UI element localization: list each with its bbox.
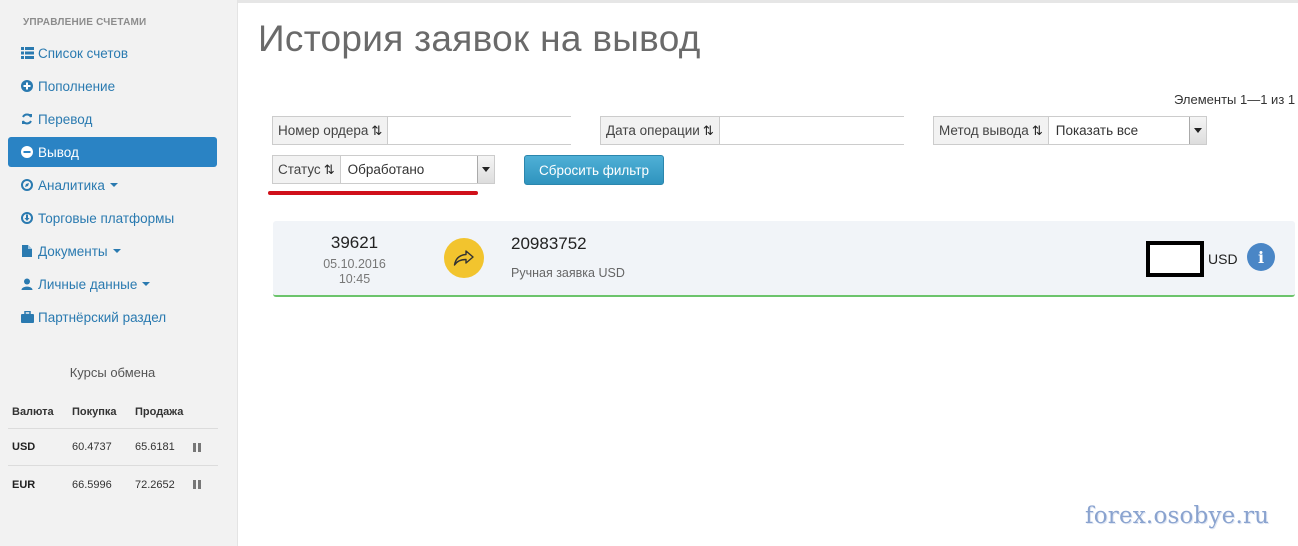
chart-bars-icon[interactable] xyxy=(193,480,213,489)
rate-sell: 72.2652 xyxy=(135,478,175,491)
info-icon[interactable]: i xyxy=(1247,243,1275,271)
sidebar: УПРАВЛЕНИЕ СЧЕТАМИ Список счетов Пополне… xyxy=(0,0,238,546)
sidebar-item-transfer[interactable]: Перевод xyxy=(8,104,217,134)
chevron-down-icon xyxy=(112,249,121,253)
sidebar-item-deposit[interactable]: Пополнение xyxy=(8,71,217,101)
order-description: Ручная заявка USD xyxy=(511,266,625,280)
order-number: 39621 xyxy=(330,233,379,252)
sidebar-item-label: Партнёрский раздел xyxy=(38,309,167,325)
sidebar-item-analytics[interactable]: Аналитика xyxy=(8,170,217,200)
order-currency: USD xyxy=(1208,251,1238,267)
rate-currency: EUR xyxy=(12,478,36,491)
filter-label-text: Дата операции xyxy=(606,123,700,138)
sidebar-item-label: Торговые платформы xyxy=(38,210,175,226)
sidebar-item-label: Личные данные xyxy=(38,276,138,292)
compass-icon xyxy=(20,178,34,192)
rate-buy: 60.4737 xyxy=(72,441,112,453)
annotation-underline xyxy=(268,191,478,195)
order-card[interactable]: 39621 05.10.2016 10:45 20983752 Ручная з… xyxy=(273,221,1295,297)
filter-label-text: Статус xyxy=(278,162,321,177)
chart-bars-icon[interactable] xyxy=(193,442,213,452)
operation-date-input[interactable] xyxy=(719,117,909,144)
withdraw-method-select[interactable]: Показать все xyxy=(1049,117,1189,144)
download-circle-icon xyxy=(20,211,34,225)
top-divider xyxy=(238,0,1298,3)
watermark: forex.osobye.ru xyxy=(1085,503,1270,529)
sidebar-item-documents[interactable]: Документы xyxy=(8,236,217,266)
table-row: USD 60.4737 65.6181 xyxy=(8,429,218,466)
rate-buy: 66.5996 xyxy=(72,478,112,491)
column-header-currency: Валюта xyxy=(12,405,54,418)
briefcase-icon xyxy=(20,310,34,324)
order-date: 05.10.2016 xyxy=(323,257,386,271)
chevron-down-icon xyxy=(142,282,151,286)
rate-currency: USD xyxy=(12,441,36,453)
filter-label-order-number[interactable]: Номер ордера ⇅ xyxy=(273,117,389,144)
filter-label-text: Метод вывода xyxy=(939,123,1029,138)
list-icon xyxy=(20,46,34,60)
sidebar-item-label: Вывод xyxy=(38,144,79,160)
sidebar-item-personal-data[interactable]: Личные данные xyxy=(8,269,217,299)
filter-order-number: Номер ордера ⇅ xyxy=(272,116,578,145)
order-id: 20983752 xyxy=(511,234,587,253)
sidebar-item-withdraw[interactable]: Вывод xyxy=(8,137,217,167)
chevron-down-icon xyxy=(109,183,118,187)
status-select[interactable]: Обработано xyxy=(341,156,477,183)
column-header-sell: Продажа xyxy=(135,405,184,418)
sidebar-item-partner[interactable]: Партнёрский раздел xyxy=(8,302,217,332)
dropdown-arrow-icon[interactable] xyxy=(477,156,494,183)
sidebar-section-title: УПРАВЛЕНИЕ СЧЕТАМИ xyxy=(23,17,147,28)
table-header-row: Валюта Покупка Продажа xyxy=(8,395,218,429)
page-title: История заявок на вывод xyxy=(258,18,701,59)
sidebar-menu: Список счетов Пополнение Перевод Вывод А… xyxy=(8,38,217,335)
plus-circle-icon xyxy=(20,79,34,93)
filter-label-operation-date[interactable]: Дата операции ⇅ xyxy=(601,117,720,144)
file-icon xyxy=(20,244,34,258)
filter-label-text: Номер ордера xyxy=(278,123,369,138)
pagination-count: Элементы 1—1 из 1 xyxy=(1174,92,1296,107)
share-arrow-icon xyxy=(444,238,484,278)
filter-label-withdraw-method[interactable]: Метод вывода ⇅ xyxy=(934,117,1049,144)
sidebar-item-accounts-list[interactable]: Список счетов xyxy=(8,38,217,68)
sidebar-item-label: Аналитика xyxy=(38,177,105,193)
sidebar-item-label: Пополнение xyxy=(38,78,116,94)
filter-status: Статус ⇅ Обработано xyxy=(272,155,495,184)
user-icon xyxy=(20,277,34,291)
rate-sell: 65.6181 xyxy=(135,441,175,453)
reset-filter-button[interactable]: Сбросить фильтр xyxy=(524,155,664,185)
filter-label-status[interactable]: Статус ⇅ xyxy=(273,156,341,183)
sidebar-item-label: Документы xyxy=(38,243,108,259)
table-row: EUR 66.5996 72.2652 xyxy=(8,466,218,503)
dropdown-arrow-icon[interactable] xyxy=(1189,117,1206,144)
exchange-rates-title: Курсы обмена xyxy=(69,365,156,380)
sidebar-item-trading-platforms[interactable]: Торговые платформы xyxy=(8,203,217,233)
redacted-amount xyxy=(1146,241,1204,277)
column-header-buy: Покупка xyxy=(72,405,117,418)
sort-icon: ⇅ xyxy=(702,122,714,138)
sort-icon: ⇅ xyxy=(371,122,383,138)
refresh-icon xyxy=(20,112,34,126)
filter-withdraw-method: Метод вывода ⇅ Показать все xyxy=(933,116,1207,145)
exchange-rates-table: Валюта Покупка Продажа USD 60.4737 65.61… xyxy=(8,395,218,503)
sidebar-item-label: Перевод xyxy=(38,111,93,127)
sort-icon: ⇅ xyxy=(323,161,335,177)
sidebar-item-label: Список счетов xyxy=(38,45,129,61)
filter-operation-date: Дата операции ⇅ xyxy=(600,116,909,145)
sort-icon: ⇅ xyxy=(1031,122,1043,138)
order-number-input[interactable] xyxy=(388,117,578,144)
order-time: 10:45 xyxy=(338,272,371,286)
minus-circle-icon xyxy=(20,145,34,159)
